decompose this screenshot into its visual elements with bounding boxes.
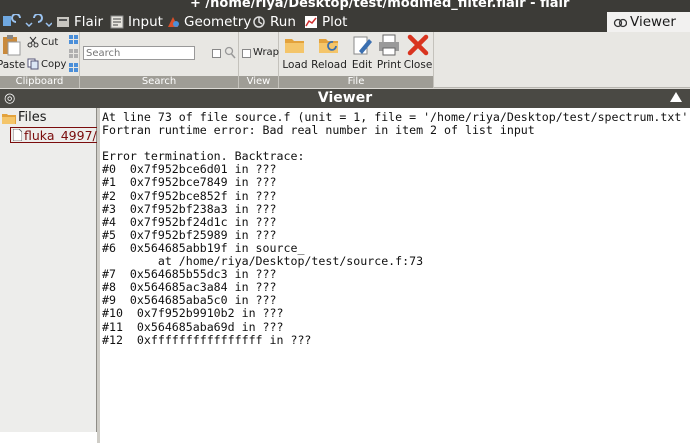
title-bar: + /home/riya/Desktop/test/modified_filte… (0, 0, 690, 12)
plot-icon (305, 16, 317, 28)
output-line: #9 0x564685aba5c0 in ??? (102, 293, 277, 308)
printer-icon (379, 34, 399, 56)
load-label: Load (282, 59, 308, 71)
tree-file-item[interactable]: fluka_4997/ (10, 127, 100, 143)
view-group: View (239, 32, 279, 88)
output-line: #4 0x7f952bf24d1c in ??? (102, 214, 277, 229)
input-icon (110, 15, 124, 29)
tab-viewer[interactable]: Viewer (607, 12, 690, 32)
output-line: #1 0x7f952bce7849 in ??? (102, 175, 277, 190)
tab-flair-label: Flair (74, 14, 104, 30)
output-line: #5 0x7f952bf25989 in ??? (102, 227, 277, 242)
close-button[interactable]: Close (402, 34, 434, 74)
run-icon (253, 16, 265, 28)
quick-access-toolbar (2, 13, 53, 30)
paste-label: Paste (0, 59, 26, 71)
output-line: #6 0x564685abb19f in source_ (102, 240, 305, 255)
document-icon (13, 129, 22, 141)
tab-geometry-label: Geometry (184, 14, 252, 30)
folder-open-icon (285, 39, 304, 53)
search-icon[interactable] (224, 46, 236, 60)
copy-icon (27, 58, 39, 70)
tab-plot[interactable]: Plot (304, 13, 347, 31)
output-line: #2 0x7f952bce852f in ??? (102, 188, 277, 203)
output-text: At line 73 of file source.f (unit = 1, f… (102, 110, 690, 347)
viewer-icon (613, 18, 627, 28)
clipboard-extra-icons[interactable] (68, 34, 80, 74)
search-input[interactable] (83, 46, 195, 60)
tab-viewer-label: Viewer (630, 14, 676, 30)
geometry-icon (168, 17, 179, 27)
output-line: Fortran runtime error: Bad real number i… (102, 123, 535, 138)
load-button[interactable]: Load (279, 34, 311, 74)
search-group: Search (80, 32, 239, 88)
tree-files-label: Files (18, 110, 47, 125)
output-viewer[interactable]: At line 73 of file source.f (unit = 1, f… (100, 108, 690, 443)
folder-icon (2, 113, 16, 124)
tab-run[interactable]: Run (252, 13, 296, 31)
menu-bar: Flair Input Geometry Run Plot (0, 12, 690, 32)
print-button[interactable]: Print (373, 34, 405, 74)
paste-button[interactable]: Paste (0, 34, 26, 74)
file-group: Load Reload Edit Print Close File (279, 32, 434, 88)
ribbon-toolbar: Paste Cut Copy Clipboard Search (0, 32, 690, 88)
paste-icon (3, 35, 21, 56)
output-line: Error termination. Backtrace: (102, 149, 305, 164)
tab-input-label: Input (128, 14, 163, 30)
window-title: + /home/riya/Desktop/test/modified_filte… (190, 0, 570, 11)
view-group-label: View (239, 76, 278, 88)
cut-label: Cut (41, 36, 59, 48)
cut-icon (27, 36, 39, 48)
search-group-label: Search (80, 76, 238, 88)
tab-geometry[interactable]: Geometry (166, 13, 251, 31)
flair-icon (57, 17, 69, 27)
close-icon (407, 34, 429, 56)
file-tree: Files fluka_4997/ (0, 108, 100, 443)
reload-label: Reload (311, 59, 347, 71)
output-line: #11 0x564685aba69d in ??? (102, 319, 284, 334)
tab-flair[interactable]: Flair (56, 13, 103, 31)
print-label: Print (376, 59, 402, 71)
viewer-header: ◎ Viewer (0, 89, 690, 108)
search-option-checkbox[interactable] (212, 49, 221, 58)
viewer-title: Viewer (317, 90, 373, 106)
wrap-checkbox[interactable] (242, 49, 251, 58)
undo-redo-icon[interactable] (2, 13, 53, 28)
output-line: #0 0x7f952bce6d01 in ??? (102, 162, 277, 177)
reload-folder-icon (319, 39, 338, 53)
tree-file-label: fluka_4997/ (24, 127, 97, 143)
tab-plot-label: Plot (322, 14, 348, 30)
reload-button[interactable]: Reload (311, 34, 347, 74)
output-line: #8 0x564685ac3a84 in ??? (102, 280, 277, 295)
clipboard-group-label: Clipboard (0, 76, 79, 88)
scroll-up-arrow-icon[interactable] (670, 92, 682, 102)
output-line: At line 73 of file source.f (unit = 1, f… (102, 110, 690, 124)
copy-label: Copy (41, 58, 67, 70)
tree-files-node[interactable]: Files (2, 110, 47, 125)
tab-input[interactable]: Input (110, 13, 163, 31)
output-line: #7 0x564685b55dc3 in ??? (102, 267, 277, 282)
cut-button[interactable]: Cut (27, 36, 58, 48)
clipboard-group: Paste Cut Copy Clipboard (0, 32, 80, 88)
close-label: Close (403, 59, 433, 71)
output-line: #12 0xffffffffffffffff in ??? (102, 332, 312, 347)
pencil-edit-icon (353, 36, 372, 55)
copy-button[interactable]: Copy (27, 58, 66, 70)
output-line: #10 0x7f952b9910b2 in ??? (102, 306, 284, 321)
tree-scrollbar[interactable] (0, 432, 97, 443)
file-group-label: File (279, 76, 433, 88)
wrap-label: Wrap (253, 47, 280, 58)
output-line: at /home/riya/Desktop/test/source.f:73 (102, 254, 424, 269)
tab-run-label: Run (270, 14, 296, 30)
output-line: #3 0x7f952bf238a3 in ??? (102, 201, 277, 216)
edit-label: Edit (351, 59, 373, 71)
